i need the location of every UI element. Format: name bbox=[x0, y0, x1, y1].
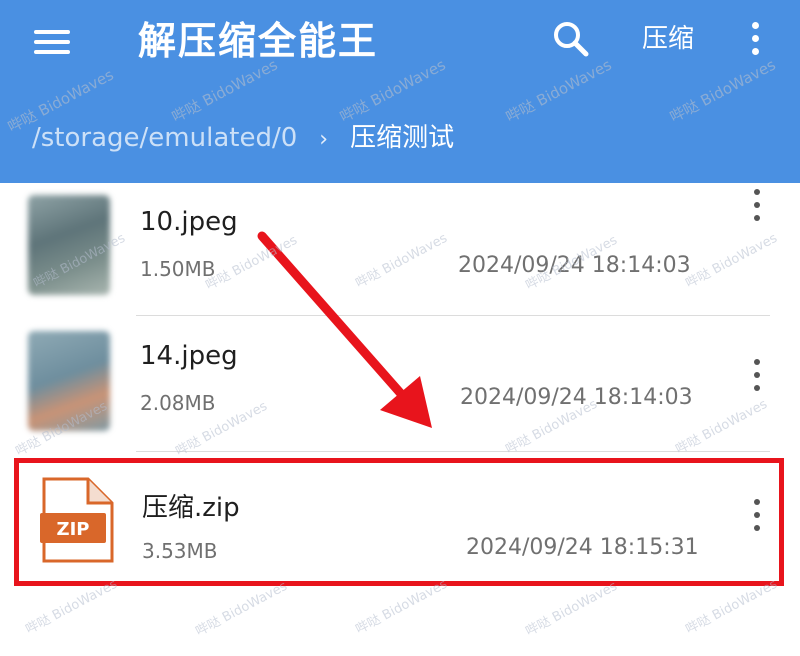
file-size: 3.53MB bbox=[142, 539, 218, 563]
search-icon[interactable] bbox=[548, 16, 594, 62]
file-more-icon[interactable] bbox=[742, 493, 772, 543]
file-row[interactable]: 14.jpeg 2.08MB 2024/09/24 18:14:03 bbox=[0, 317, 800, 451]
file-name: 14.jpeg bbox=[140, 341, 238, 371]
file-date: 2024/09/24 18:14:03 bbox=[460, 385, 693, 410]
image-thumbnail bbox=[28, 195, 110, 295]
file-size: 2.08MB bbox=[140, 391, 216, 415]
menu-line bbox=[34, 50, 70, 54]
breadcrumb-root[interactable]: /storage/emulated/0 bbox=[32, 123, 297, 153]
compress-button[interactable]: 压缩 bbox=[636, 18, 700, 60]
file-row[interactable]: 10.jpeg 1.50MB 2024/09/24 18:14:03 bbox=[0, 183, 800, 315]
breadcrumb: /storage/emulated/0 › 压缩测试 bbox=[32, 116, 454, 160]
file-more-icon[interactable] bbox=[742, 353, 772, 403]
app-title: 解压缩全能王 bbox=[138, 19, 379, 63]
divider bbox=[136, 451, 770, 452]
file-more-icon[interactable] bbox=[742, 183, 772, 233]
zip-icon-label: ZIP bbox=[57, 519, 90, 540]
chevron-right-icon: › bbox=[319, 127, 329, 152]
image-thumbnail bbox=[28, 331, 110, 431]
file-name: 10.jpeg bbox=[140, 207, 238, 237]
menu-icon[interactable] bbox=[26, 22, 78, 62]
more-vertical-icon[interactable] bbox=[740, 14, 770, 64]
file-size: 1.50MB bbox=[140, 257, 216, 281]
file-row-selected[interactable]: ZIP 压缩.zip 3.53MB 2024/09/24 18:15:31 bbox=[0, 453, 800, 585]
app-bar: 解压缩全能王 压缩 /storage/emulated/0 › 压缩测试 bbox=[0, 0, 800, 183]
file-date: 2024/09/24 18:14:03 bbox=[458, 253, 691, 278]
breadcrumb-current[interactable]: 压缩测试 bbox=[350, 123, 454, 153]
zip-file-icon: ZIP bbox=[40, 477, 116, 563]
menu-line bbox=[34, 40, 70, 44]
file-name: 压缩.zip bbox=[142, 493, 240, 523]
divider bbox=[136, 315, 770, 316]
menu-line bbox=[34, 30, 70, 34]
file-date: 2024/09/24 18:15:31 bbox=[466, 535, 699, 560]
